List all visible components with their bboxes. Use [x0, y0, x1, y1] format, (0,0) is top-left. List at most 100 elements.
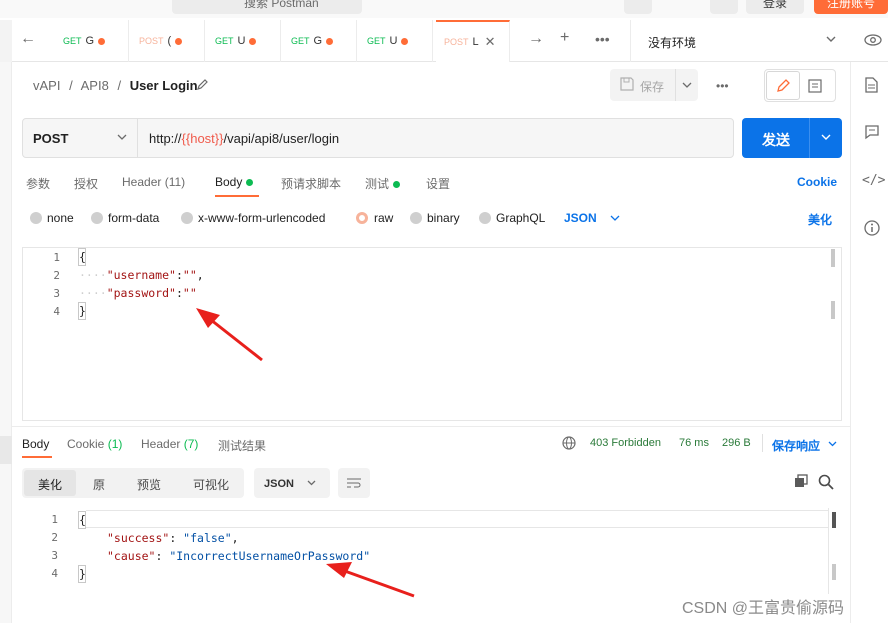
- unsaved-dot-icon: [175, 37, 183, 45]
- tab-method: GET: [215, 36, 234, 46]
- response-active-underline: [22, 456, 52, 458]
- tab-tests[interactable]: 测试: [365, 175, 401, 192]
- globe-icon[interactable]: [562, 436, 576, 450]
- request-tab[interactable]: POST L ✕: [436, 20, 510, 62]
- send-label: 发送: [762, 132, 790, 148]
- json-comma: ,: [196, 268, 204, 282]
- url-path: /vapi/api8/user/login: [223, 131, 340, 146]
- beautify-link[interactable]: 美化: [808, 211, 832, 228]
- format-visualize-button[interactable]: 可视化: [193, 476, 229, 493]
- code-line: }: [79, 304, 86, 318]
- radio-binary[interactable]: [410, 212, 422, 224]
- tab-name: (: [167, 35, 172, 47]
- request-tab[interactable]: GET G: [283, 20, 357, 62]
- tab-auth[interactable]: 授权: [74, 175, 98, 192]
- chevron-down-icon: [826, 36, 836, 42]
- radio-form-data[interactable]: [91, 212, 103, 224]
- settings-icon[interactable]: [710, 0, 738, 14]
- response-scrollbar-marker: [832, 564, 836, 580]
- unsaved-dot-icon: [249, 37, 257, 45]
- editor-scrollbar-marker: [831, 301, 835, 319]
- response-scrollbar[interactable]: [832, 512, 836, 528]
- code-snippet-icon[interactable]: </>: [862, 173, 885, 188]
- edit-pencil-icon[interactable]: [196, 79, 208, 91]
- radio-graphql-label: GraphQL: [496, 211, 546, 225]
- save-response-chevron-icon[interactable]: [828, 441, 837, 447]
- save-chevron-icon[interactable]: [682, 82, 692, 89]
- tab-prerequest[interactable]: 预请求脚本: [281, 175, 341, 192]
- request-tab[interactable]: POST(: [131, 20, 205, 62]
- line-number: 2: [51, 531, 58, 544]
- radio-raw[interactable]: [356, 212, 368, 224]
- url-variable: {{host}}: [181, 131, 224, 146]
- copy-icon[interactable]: [794, 474, 808, 488]
- body-language-select[interactable]: JSON: [564, 211, 597, 225]
- tab-bar-edge: [0, 20, 12, 62]
- arrow-left-icon[interactable]: ←: [20, 30, 36, 48]
- status-code[interactable]: 403 Forbidden: [590, 437, 661, 449]
- pane-divider[interactable]: [12, 426, 850, 427]
- response-scroll-track: [828, 508, 829, 594]
- tab-headers[interactable]: Header (11): [122, 175, 185, 189]
- request-tab[interactable]: GET G: [55, 20, 129, 62]
- tab-method: POST: [444, 37, 469, 47]
- response-size[interactable]: 296 B: [722, 437, 751, 449]
- sidebar-handle[interactable]: [0, 436, 12, 464]
- cookies-link[interactable]: Cookie: [797, 175, 837, 189]
- send-chevron-icon[interactable]: [821, 134, 831, 141]
- info-icon[interactable]: [864, 220, 880, 236]
- sign-in-button[interactable]: 登录: [746, 0, 804, 14]
- body-indicator-dot: [246, 179, 254, 187]
- format-raw-button[interactable]: 原: [93, 476, 105, 493]
- url-input[interactable]: http://{{host}}/vapi/api8/user/login: [149, 131, 339, 146]
- invite-icon[interactable]: [624, 0, 652, 14]
- watermark: CSDN @王富贵偷源码: [682, 600, 845, 617]
- tests-indicator-dot: [393, 181, 401, 189]
- radio-binary-label: binary: [427, 211, 460, 225]
- whitespace-marker: ····: [79, 286, 107, 300]
- response-tab-header[interactable]: Header (7): [141, 437, 198, 451]
- response-time[interactable]: 76 ms: [679, 437, 709, 449]
- breadcrumb-folder[interactable]: API8: [81, 78, 109, 93]
- register-button[interactable]: 注册账号: [814, 0, 888, 14]
- tab-settings[interactable]: 设置: [426, 175, 450, 192]
- request-name[interactable]: User Login: [130, 78, 198, 93]
- search-icon[interactable]: [818, 474, 834, 490]
- more-tabs-icon[interactable]: •••: [595, 32, 610, 46]
- code-line: {: [79, 250, 86, 264]
- response-tab-body[interactable]: Body: [22, 437, 49, 451]
- method-label: POST: [33, 131, 69, 146]
- documentation-icon[interactable]: [864, 77, 878, 93]
- line-number: 4: [53, 305, 60, 318]
- response-language-label: JSON: [264, 478, 294, 490]
- request-tab[interactable]: GET U: [207, 20, 281, 62]
- tab-body-label: Body: [215, 175, 243, 189]
- more-actions-icon[interactable]: •••: [716, 80, 729, 92]
- comments-icon[interactable]: [864, 124, 880, 140]
- editor-scrollbar[interactable]: [831, 249, 835, 267]
- global-search-input[interactable]: 搜索 Postman: [172, 0, 362, 14]
- new-tab-plus-icon[interactable]: +: [560, 29, 569, 47]
- unsaved-dot-icon: [98, 37, 106, 45]
- tab-body[interactable]: Body: [215, 175, 254, 189]
- request-tab[interactable]: GET U: [359, 20, 433, 62]
- eye-icon[interactable]: [864, 33, 882, 47]
- close-tab-icon[interactable]: ✕: [485, 34, 496, 50]
- comment-view-icon[interactable]: [808, 79, 822, 93]
- format-preview-button[interactable]: 预览: [137, 476, 161, 493]
- response-tab-tests[interactable]: 测试结果: [218, 437, 266, 454]
- code-line: "success": "false",: [107, 531, 239, 545]
- arrow-right-icon[interactable]: →: [528, 30, 544, 48]
- code-line: ····"username":"",: [79, 268, 204, 282]
- save-response-button[interactable]: 保存响应: [772, 437, 820, 454]
- tab-params[interactable]: 参数: [26, 175, 50, 192]
- radio-none[interactable]: [30, 212, 42, 224]
- line-number: 3: [53, 287, 60, 300]
- response-tab-cookie[interactable]: Cookie (1): [67, 437, 122, 451]
- breadcrumb-collection[interactable]: vAPI: [33, 78, 60, 93]
- radio-graphql[interactable]: [479, 212, 491, 224]
- radio-urlencoded[interactable]: [181, 212, 193, 224]
- json-key: "username": [106, 268, 176, 282]
- radio-none-label: none: [47, 211, 74, 225]
- json-key: "password": [106, 286, 176, 300]
